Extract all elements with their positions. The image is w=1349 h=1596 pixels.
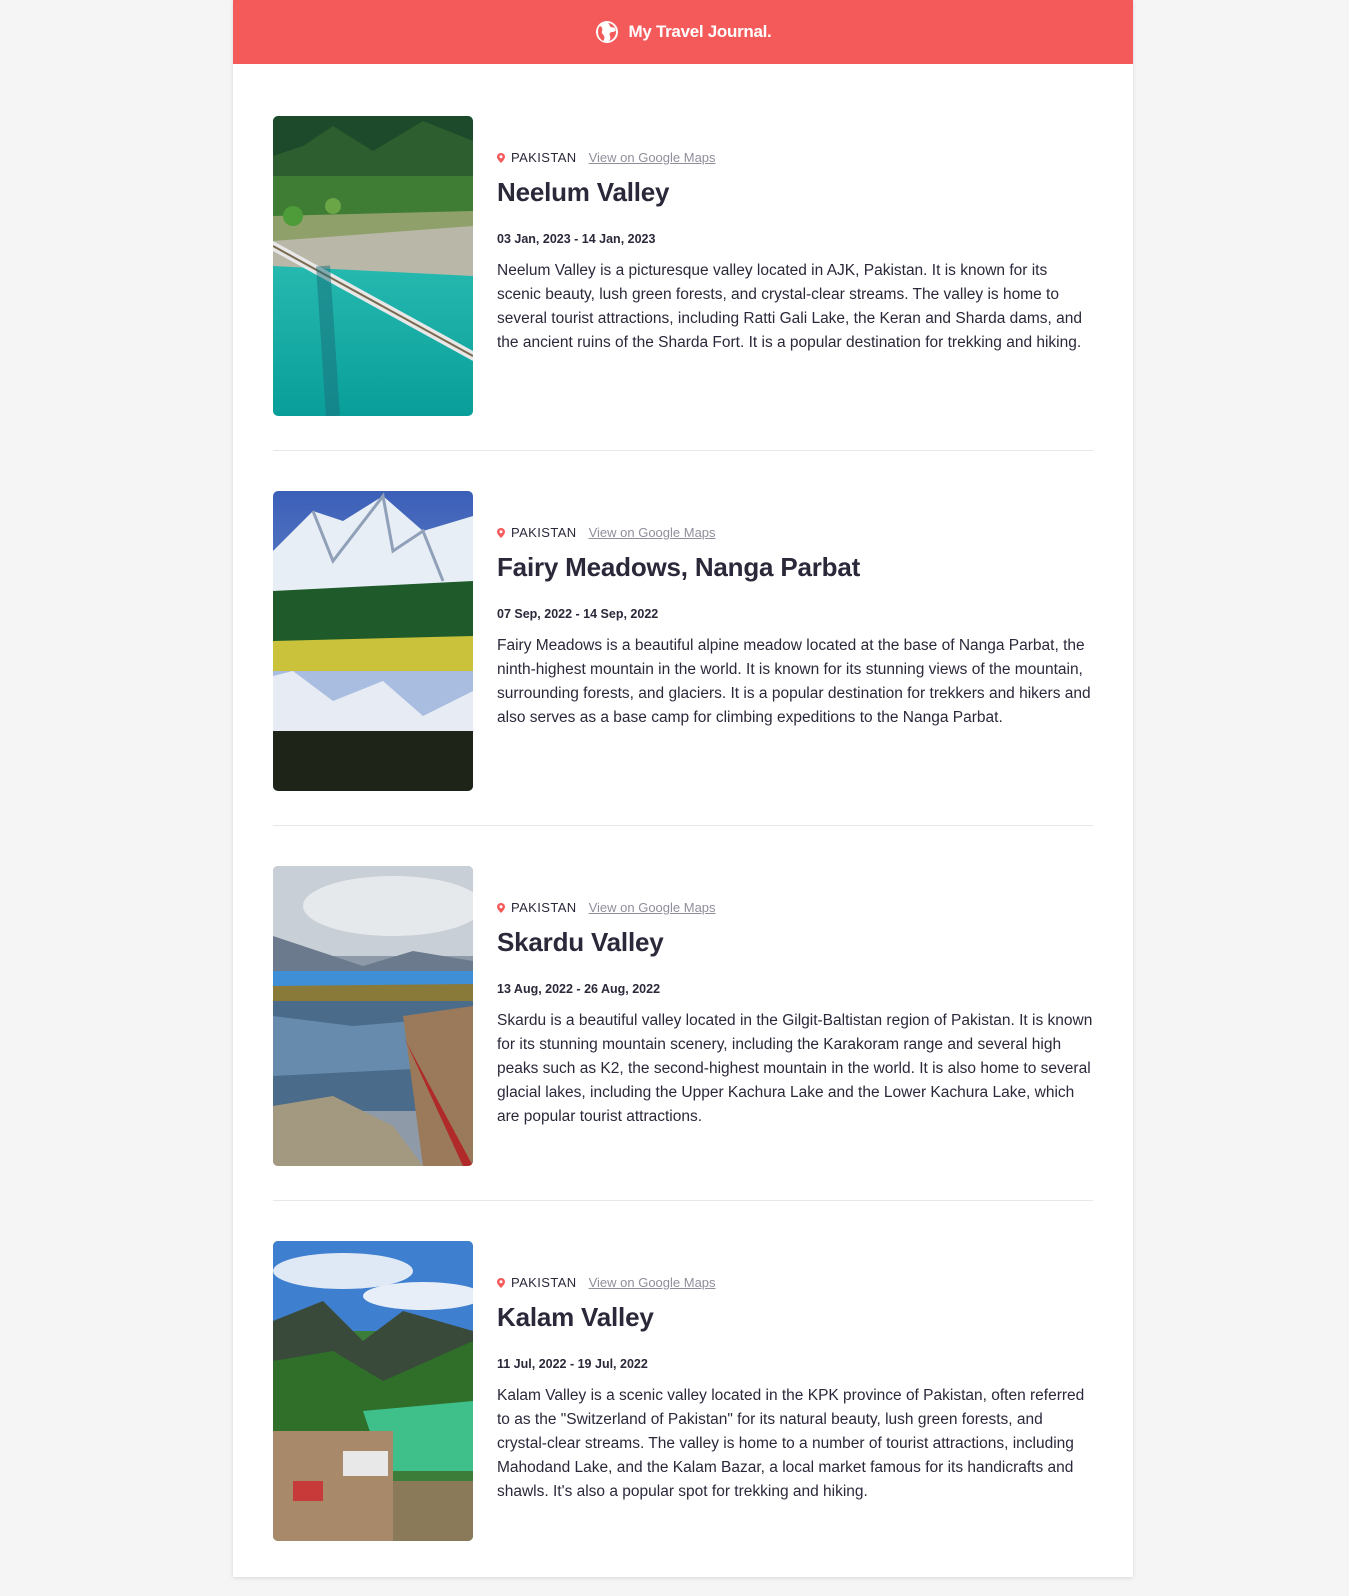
entry-info: PAKISTAN View on Google Maps Fairy Meado… (497, 491, 1093, 791)
entry-photo (273, 116, 473, 416)
entry-dates: 11 Jul, 2022 - 19 Jul, 2022 (497, 1357, 648, 1371)
google-maps-link[interactable]: View on Google Maps (589, 150, 716, 165)
entry-title: Neelum Valley (497, 177, 670, 207)
entry-description: Kalam Valley is a scenic valley located … (497, 1387, 1085, 1500)
country-label: PAKISTAN (511, 900, 577, 915)
entry-title: Kalam Valley (497, 1302, 654, 1332)
entry-photo (273, 491, 473, 791)
entry-description: Fairy Meadows is a beautiful alpine mead… (497, 637, 1091, 726)
entry-list: PAKISTAN View on Google Maps Neelum Vall… (233, 64, 1133, 1575)
entry-info: PAKISTAN View on Google Maps Neelum Vall… (497, 116, 1093, 416)
entry-dates: 13 Aug, 2022 - 26 Aug, 2022 (497, 982, 661, 996)
location-pin-icon (497, 902, 505, 913)
country-label: PAKISTAN (511, 525, 577, 540)
entry-dates: 03 Jan, 2023 - 14 Jan, 2023 (497, 232, 656, 246)
app-header: My Travel Journal. (233, 0, 1133, 64)
entry-description: Skardu is a beautiful valley located in … (497, 1012, 1093, 1125)
entry-photo (273, 866, 473, 1166)
entry-location: PAKISTAN View on Google Maps (497, 900, 1093, 915)
entry-description: Neelum Valley is a picturesque valley lo… (497, 262, 1083, 351)
google-maps-link[interactable]: View on Google Maps (589, 1275, 716, 1290)
entry-location: PAKISTAN View on Google Maps (497, 150, 1093, 165)
location-pin-icon (497, 1277, 505, 1288)
entry-location: PAKISTAN View on Google Maps (497, 525, 1093, 540)
google-maps-link[interactable]: View on Google Maps (589, 900, 716, 915)
entry-dates: 07 Sep, 2022 - 14 Sep, 2022 (497, 607, 659, 621)
location-pin-icon (497, 527, 505, 538)
entry-photo (273, 1241, 473, 1541)
country-label: PAKISTAN (511, 1275, 577, 1290)
app-title: My Travel Journal. (628, 22, 772, 41)
globe-icon (595, 20, 619, 44)
journal-entry: PAKISTAN View on Google Maps Kalam Valle… (273, 1241, 1093, 1575)
entry-info: PAKISTAN View on Google Maps Skardu Vall… (497, 866, 1093, 1166)
country-label: PAKISTAN (511, 150, 577, 165)
entry-title: Fairy Meadows, Nanga Parbat (497, 552, 861, 582)
journal-entry: PAKISTAN View on Google Maps Skardu Vall… (273, 866, 1093, 1201)
journal-entry: PAKISTAN View on Google Maps Neelum Vall… (273, 116, 1093, 451)
entry-info: PAKISTAN View on Google Maps Kalam Valle… (497, 1241, 1093, 1541)
entry-location: PAKISTAN View on Google Maps (497, 1275, 1093, 1290)
journal-entry: PAKISTAN View on Google Maps Fairy Meado… (273, 491, 1093, 826)
google-maps-link[interactable]: View on Google Maps (589, 525, 716, 540)
location-pin-icon (497, 152, 505, 163)
entry-title: Skardu Valley (497, 927, 664, 957)
journal-page: My Travel Journal. PAKISTAN View on Goog… (233, 0, 1133, 1577)
